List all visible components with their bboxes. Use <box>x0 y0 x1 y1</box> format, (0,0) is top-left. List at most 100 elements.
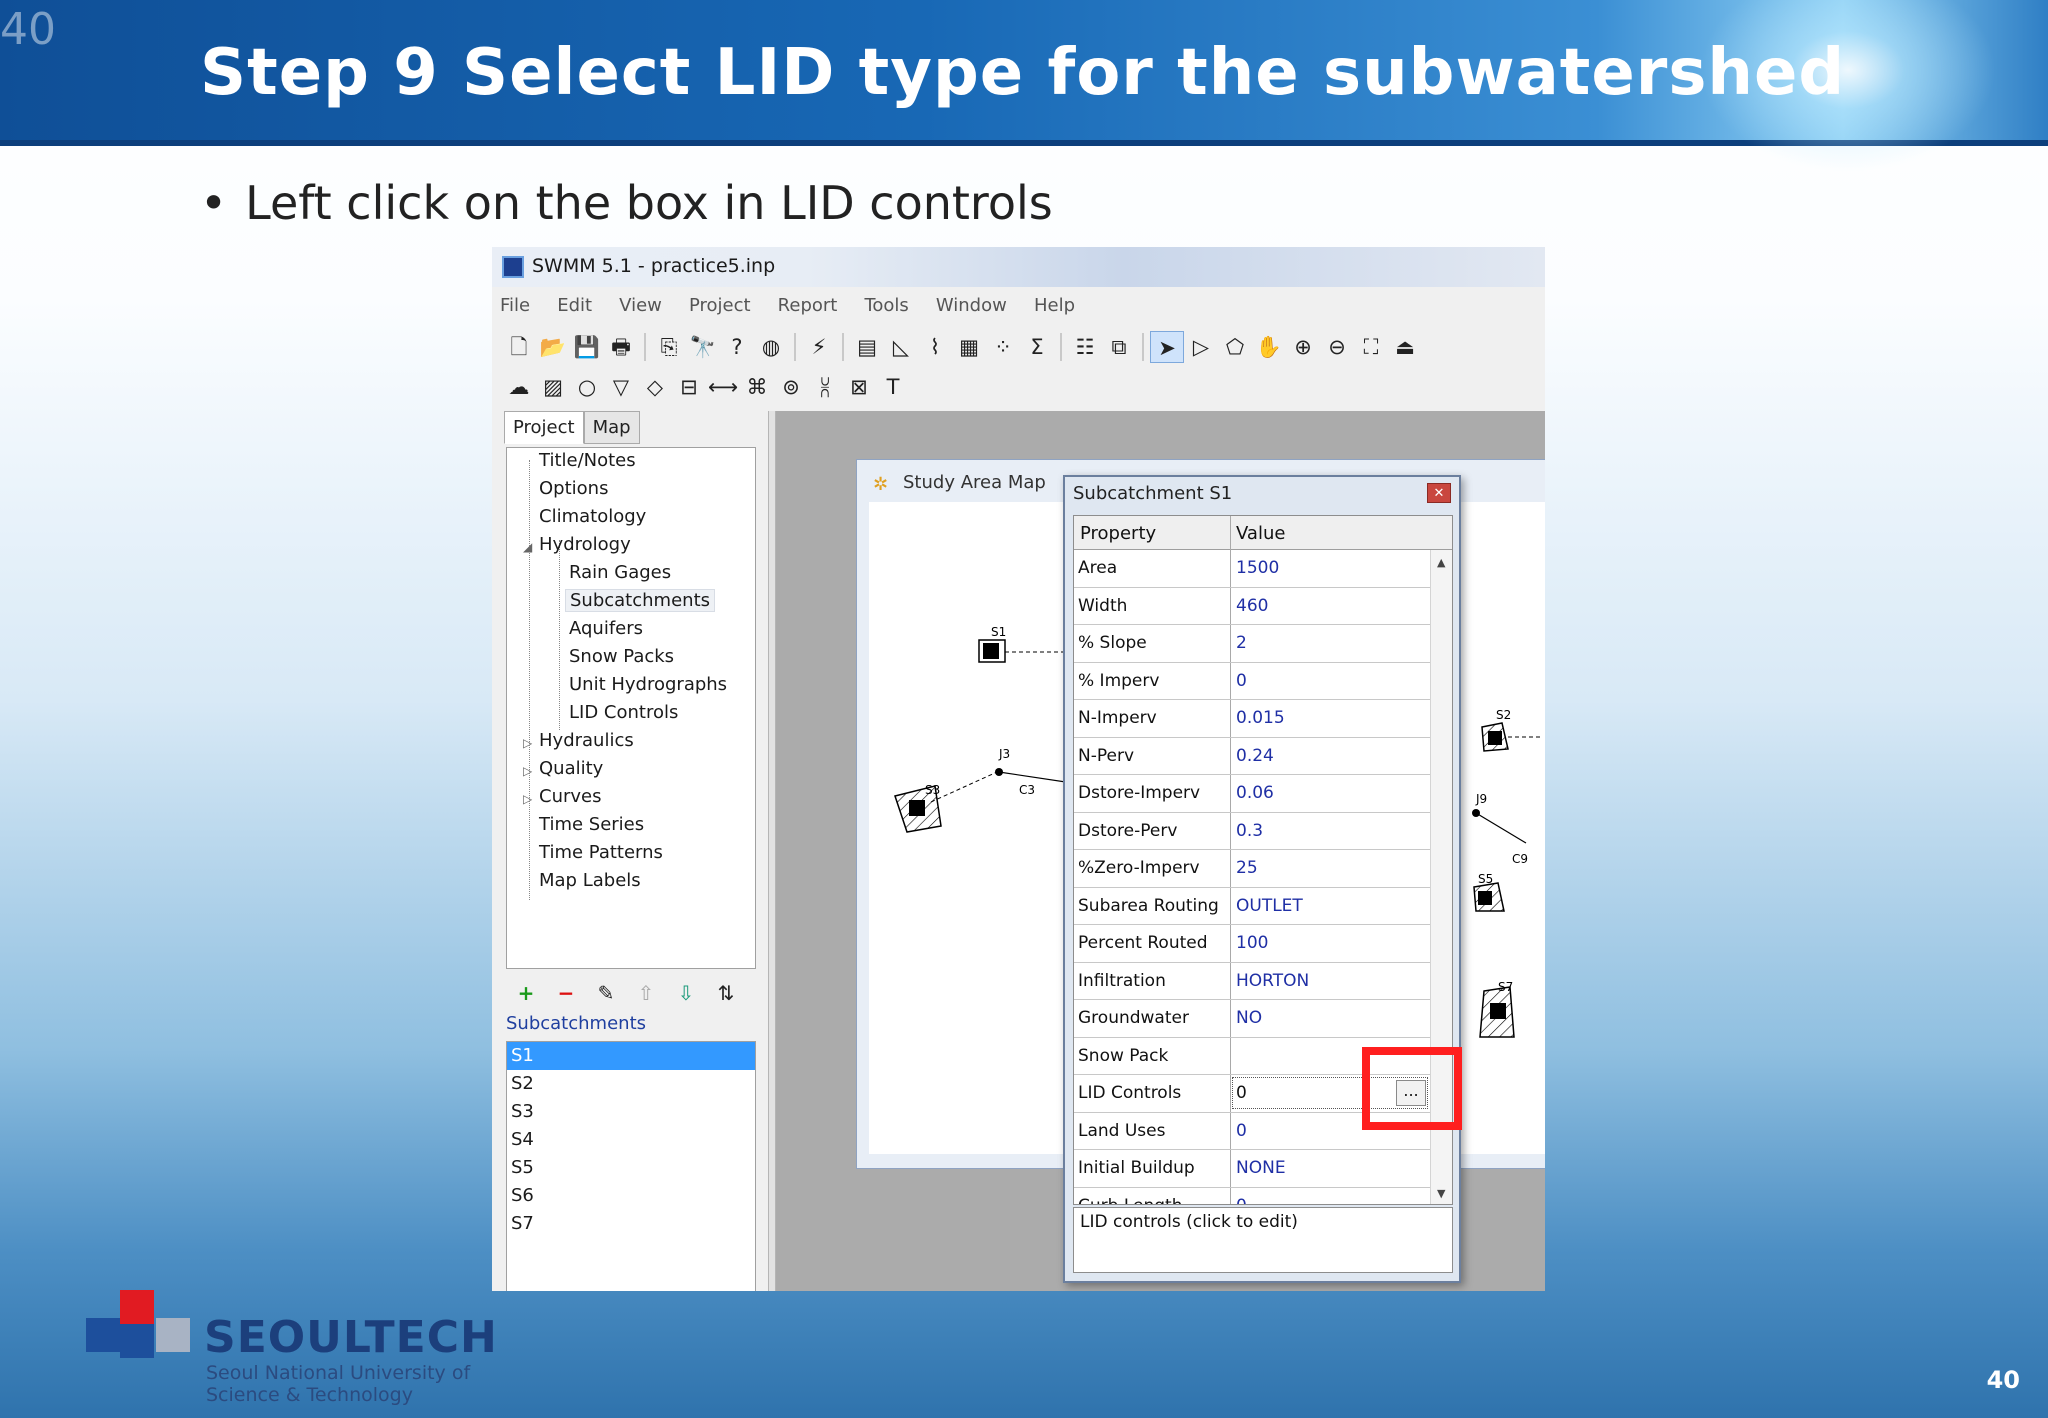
tree-item-hydraulics[interactable]: Hydraulics <box>539 730 634 751</box>
property-row-zero-imperv[interactable]: %Zero-Imperv 25 <box>1074 850 1430 888</box>
list-item[interactable]: S1 <box>507 1042 755 1070</box>
save-icon[interactable]: 💾 <box>570 331 604 363</box>
tree-item-climatology[interactable]: Climatology <box>539 506 646 527</box>
menu-edit[interactable]: Edit <box>555 291 594 320</box>
property-value[interactable]: NO <box>1236 1008 1262 1028</box>
property-value[interactable]: 25 <box>1236 858 1258 878</box>
query-icon[interactable]: ? <box>720 331 754 363</box>
menu-help[interactable]: Help <box>1032 291 1077 320</box>
list-item[interactable]: S6 <box>507 1182 755 1210</box>
property-value[interactable]: 0.3 <box>1236 821 1263 841</box>
measure-icon[interactable]: ⏏ <box>1388 331 1422 363</box>
statistics-sigma-icon[interactable]: Σ <box>1020 331 1054 363</box>
time-series-plot-icon[interactable]: ⌇ <box>918 331 952 363</box>
property-row-n-imperv[interactable]: N-Imperv 0.015 <box>1074 700 1430 738</box>
options-icon[interactable]: ☷ <box>1068 331 1102 363</box>
scatter-plot-icon[interactable]: ⁘ <box>986 331 1020 363</box>
tree-item-time-patterns[interactable]: Time Patterns <box>539 842 663 863</box>
globe-icon[interactable]: ◍ <box>754 331 788 363</box>
select-region-icon[interactable]: ⬠ <box>1218 331 1252 363</box>
zoom-out-icon[interactable]: ⊖ <box>1320 331 1354 363</box>
list-item[interactable]: S4 <box>507 1126 755 1154</box>
property-value[interactable]: HORTON <box>1236 971 1309 991</box>
tree-item-aquifers[interactable]: Aquifers <box>569 618 643 639</box>
junction-icon[interactable]: ○ <box>570 371 604 403</box>
property-value[interactable]: NONE <box>1236 1158 1286 1178</box>
cascade-windows-icon[interactable]: ⧉ <box>1102 331 1136 363</box>
property-row-dstore-perv[interactable]: Dstore-Perv 0.3 <box>1074 813 1430 850</box>
tree-item-lid-controls[interactable]: LID Controls <box>569 702 678 723</box>
list-item[interactable]: S3 <box>507 1098 755 1126</box>
tree-item-time-series[interactable]: Time Series <box>539 814 644 835</box>
property-value[interactable]: 2 <box>1236 633 1247 653</box>
property-row-width[interactable]: Width 460 <box>1074 588 1430 625</box>
property-row-subarea-routing[interactable]: Subarea Routing OUTLET <box>1074 888 1430 925</box>
table-icon[interactable]: ▦ <box>952 331 986 363</box>
select-arrow-icon[interactable]: ➤ <box>1150 331 1184 363</box>
outlet-icon[interactable]: ⊠ <box>842 371 876 403</box>
tree-item-rain-gages[interactable]: Rain Gages <box>569 562 671 583</box>
new-file-icon[interactable]: 🗋 <box>502 331 536 363</box>
tree-item-options[interactable]: Options <box>539 478 608 499</box>
pan-hand-icon[interactable]: ✋ <box>1252 331 1286 363</box>
menu-file[interactable]: File <box>498 291 532 320</box>
conduit-icon[interactable]: ⟷ <box>706 371 740 403</box>
label-text-icon[interactable]: T <box>876 371 910 403</box>
property-row-curb-length[interactable]: Curb Length 0 <box>1074 1188 1430 1205</box>
list-item[interactable]: S5 <box>507 1154 755 1182</box>
subcatchment-icon[interactable]: ▨ <box>536 371 570 403</box>
menu-window[interactable]: Window <box>934 291 1009 320</box>
property-row-dstore-imperv[interactable]: Dstore-Imperv 0.06 <box>1074 775 1430 813</box>
rain-gage-icon[interactable]: ☁ <box>502 371 536 403</box>
property-value[interactable]: 0 <box>1236 671 1247 691</box>
property-row-groundwater[interactable]: Groundwater NO <box>1074 1000 1430 1038</box>
move-up-icon[interactable]: ⇧ <box>626 977 666 1009</box>
menu-report[interactable]: Report <box>776 291 840 320</box>
select-vertex-icon[interactable]: ▷ <box>1184 331 1218 363</box>
expand-arrow-icon[interactable]: ▷ <box>523 792 532 806</box>
property-value[interactable]: 460 <box>1236 596 1268 616</box>
property-value[interactable]: 1500 <box>1236 558 1279 578</box>
tab-map[interactable]: Map <box>583 411 640 444</box>
property-value[interactable]: 0 <box>1236 1083 1247 1103</box>
copy-icon[interactable]: ⎘ <box>652 331 686 363</box>
pump-icon[interactable]: ⌘ <box>740 371 774 403</box>
property-row-percent-routed[interactable]: Percent Routed 100 <box>1074 925 1430 963</box>
property-row-imperv[interactable]: % Imperv 0 <box>1074 663 1430 700</box>
outfall-icon[interactable]: ▽ <box>604 371 638 403</box>
tree-item-map-labels[interactable]: Map Labels <box>539 870 641 891</box>
panel-splitter[interactable] <box>768 411 776 1291</box>
report-icon[interactable]: ▤ <box>850 331 884 363</box>
move-down-icon[interactable]: ⇩ <box>666 977 706 1009</box>
scroll-up-icon[interactable]: ▲ <box>1437 556 1445 569</box>
property-value[interactable]: 0.06 <box>1236 783 1274 803</box>
menu-tools[interactable]: Tools <box>862 291 910 320</box>
storage-icon[interactable]: ⊟ <box>672 371 706 403</box>
property-value[interactable]: 0 <box>1236 1196 1247 1205</box>
tree-item-hydrology[interactable]: Hydrology <box>539 534 631 555</box>
collapse-arrow-icon[interactable]: ◢ <box>523 540 532 554</box>
menu-view[interactable]: View <box>617 291 664 320</box>
delete-object-icon[interactable]: − <box>546 977 586 1009</box>
expand-arrow-icon[interactable]: ▷ <box>523 764 532 778</box>
print-icon[interactable]: 🖶 <box>604 331 638 363</box>
tree-item-subcatchments[interactable]: Subcatchments <box>565 589 716 612</box>
tree-item-quality[interactable]: Quality <box>539 758 603 779</box>
tab-project[interactable]: Project <box>504 411 584 444</box>
weir-icon[interactable]: ⩈ <box>808 371 842 403</box>
open-folder-icon[interactable]: 📂 <box>536 331 570 363</box>
property-value[interactable]: 0 <box>1236 1121 1247 1141</box>
property-row-initial-buildup[interactable]: Initial Buildup NONE <box>1074 1150 1430 1188</box>
scroll-down-icon[interactable]: ▼ <box>1437 1187 1445 1200</box>
tree-item-title-notes[interactable]: Title/Notes <box>539 450 636 471</box>
profile-plot-icon[interactable]: ◺ <box>884 331 918 363</box>
property-value[interactable]: 0.015 <box>1236 708 1285 728</box>
property-row-infiltration[interactable]: Infiltration HORTON <box>1074 963 1430 1000</box>
property-value[interactable]: 0.24 <box>1236 746 1274 766</box>
property-row-n-perv[interactable]: N-Perv 0.24 <box>1074 738 1430 775</box>
list-item[interactable]: S2 <box>507 1070 755 1098</box>
property-value[interactable]: OUTLET <box>1236 896 1303 916</box>
add-object-icon[interactable]: + <box>506 977 546 1009</box>
property-row-area[interactable]: Area 1500 <box>1074 550 1430 588</box>
divider-icon[interactable]: ◇ <box>638 371 672 403</box>
